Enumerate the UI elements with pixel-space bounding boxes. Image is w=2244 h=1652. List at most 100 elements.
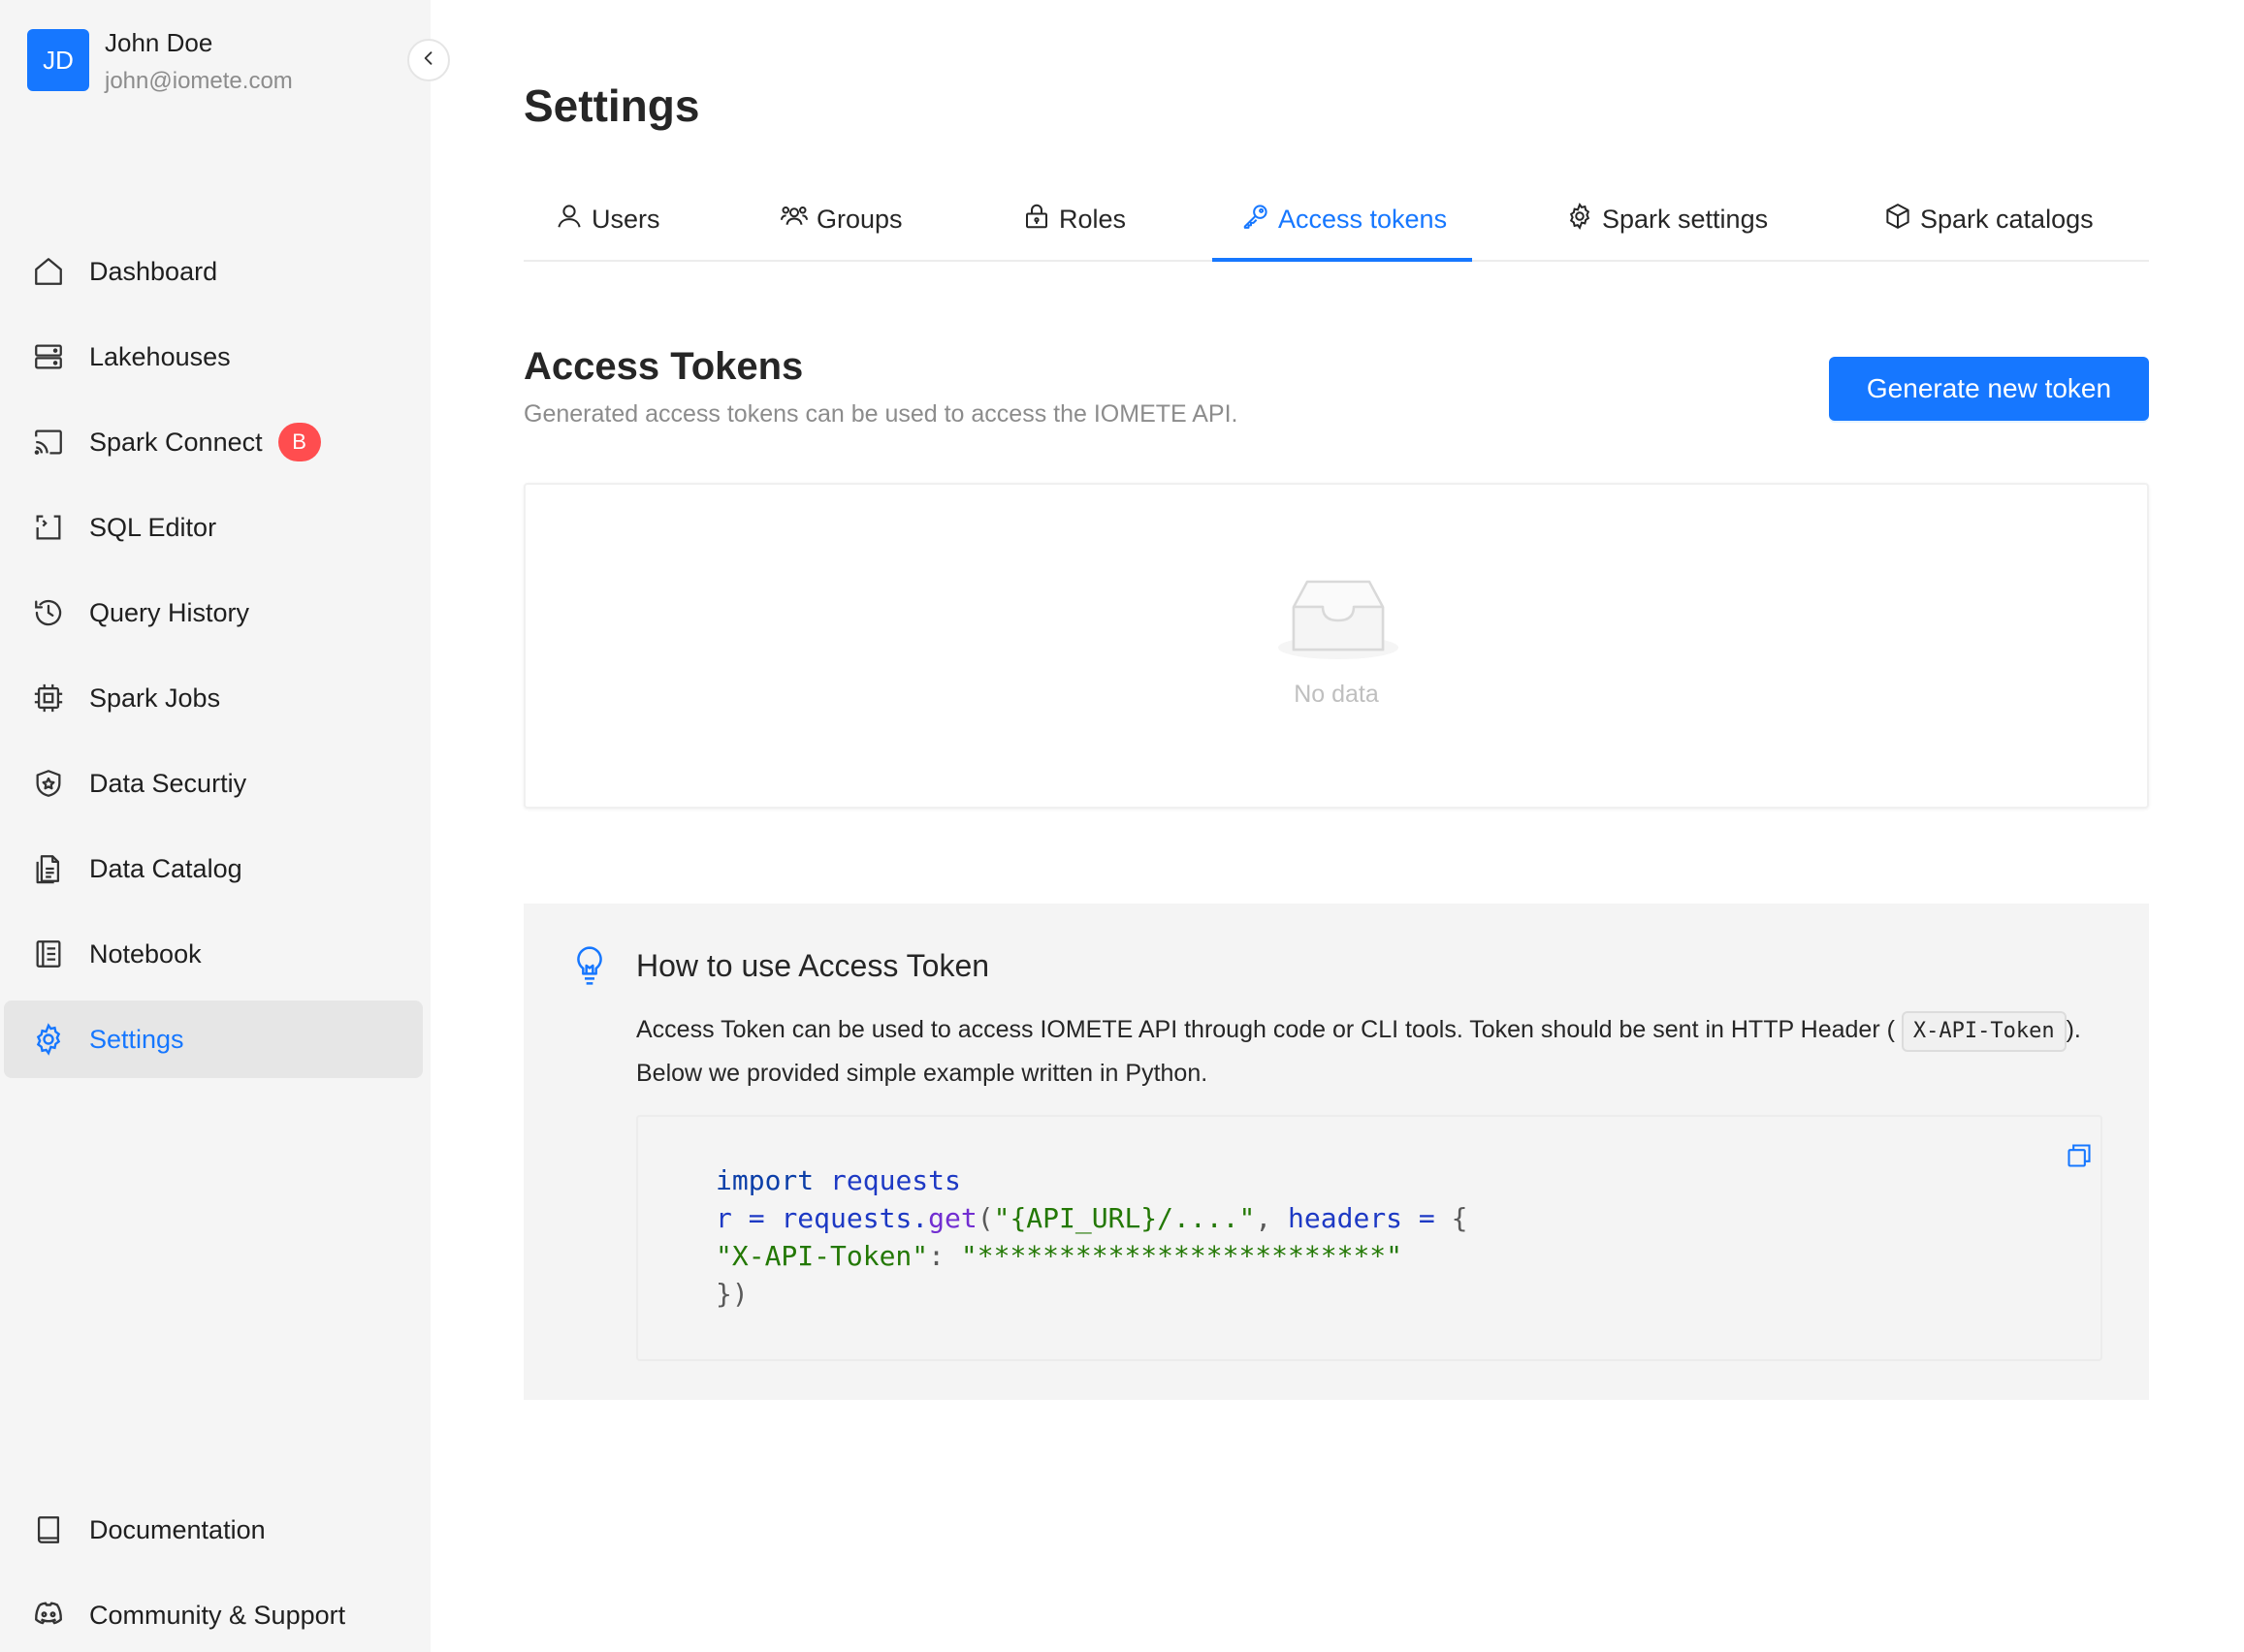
sidebar-item-label: Dashboard <box>89 256 218 286</box>
sidebar-item-label: Query History <box>89 597 250 627</box>
code-token: r <box>716 1202 732 1234</box>
shield-icon <box>29 764 68 803</box>
lock-icon <box>1022 202 1059 238</box>
code-token: = <box>748 1202 765 1234</box>
chevron-left-icon <box>419 48 438 73</box>
notebook-icon <box>29 935 68 973</box>
code-token: get <box>928 1202 978 1234</box>
empty-state-text: No data <box>1294 681 1379 708</box>
sidebar-item-label: Spark Jobs <box>89 683 221 713</box>
code-token: : <box>928 1240 946 1272</box>
sidebar-item-lakehouses[interactable]: Lakehouses <box>4 318 423 396</box>
sidebar-item-data-security[interactable]: Data Securtiy <box>4 745 423 822</box>
avatar: JD <box>27 29 89 91</box>
how-to-text-line2: Below we provided simple example written… <box>636 1060 1208 1087</box>
code-token: "{API_URL}/...." <box>993 1202 1256 1234</box>
sidebar-item-label: Data Catalog <box>89 853 242 883</box>
tab-spark-catalogs[interactable]: Spark catalogs <box>1883 176 2094 262</box>
empty-inbox-icon <box>1276 574 1400 668</box>
key-icon <box>1241 202 1278 238</box>
sidebar-item-label: Lakehouses <box>89 341 231 371</box>
code-lines: import requests r = requests.get("{API_U… <box>716 1161 1467 1313</box>
tokens-table-empty: No data <box>524 483 2149 809</box>
tab-label: Groups <box>817 204 903 234</box>
team-icon <box>780 202 817 238</box>
code-token: ( <box>977 1202 994 1234</box>
copy-icon[interactable] <box>2066 1142 2093 1174</box>
cube-icon <box>1883 202 1920 238</box>
sidebar-item-spark-connect[interactable]: Spark Connect B <box>4 403 423 481</box>
sidebar-item-label: SQL Editor <box>89 512 217 542</box>
tab-access-tokens[interactable]: Access tokens <box>1241 176 1447 262</box>
sidebar-item-label: Notebook <box>89 938 202 969</box>
user-icon <box>555 202 592 238</box>
section-subtitle: Generated access tokens can be used to a… <box>524 400 1238 428</box>
collapse-sidebar-button[interactable] <box>407 39 450 81</box>
tab-label: Spark settings <box>1602 204 1769 234</box>
sidebar-item-spark-jobs[interactable]: Spark Jobs <box>4 659 423 737</box>
code-token: requests <box>781 1202 913 1234</box>
code-token: }) <box>716 1278 749 1310</box>
code-token: = <box>1418 1202 1435 1234</box>
sidebar-item-settings[interactable]: Settings <box>4 1001 423 1078</box>
sidebar-bottom-nav: Documentation Community & Support <box>4 1491 423 1652</box>
page-title: Settings <box>524 80 700 131</box>
sidebar: JD John Doe john@iomete.com Dashboard La… <box>0 0 431 1652</box>
gear-icon <box>1565 202 1602 238</box>
sidebar-item-label: Documentation <box>89 1514 266 1544</box>
document-icon <box>29 849 68 888</box>
tab-spark-settings[interactable]: Spark settings <box>1565 176 1768 262</box>
how-to-text: Access Token can be used to access IOMET… <box>636 1016 1895 1043</box>
how-to-text-end: ). <box>2066 1016 2081 1043</box>
code-token: requests <box>830 1164 961 1196</box>
sidebar-item-label: Community & Support <box>89 1600 346 1630</box>
user-profile[interactable]: JD John Doe john@iomete.com <box>27 27 293 97</box>
code-token: import <box>716 1164 815 1196</box>
chip-icon <box>29 679 68 717</box>
tab-label: Spark catalogs <box>1920 204 2094 234</box>
lightbulb-icon <box>570 944 609 992</box>
code-editor-icon <box>29 508 68 547</box>
code-token: . <box>912 1202 929 1234</box>
sidebar-item-label: Data Securtiy <box>89 768 247 798</box>
user-name: John Doe <box>105 28 213 57</box>
tab-users[interactable]: Users <box>555 176 660 262</box>
code-example[interactable]: import requests r = requests.get("{API_U… <box>636 1115 2102 1361</box>
server-icon <box>29 337 68 376</box>
active-tab-indicator <box>1212 258 1472 262</box>
home-icon <box>29 252 68 291</box>
header-name-code: X-API-Token <box>1901 1011 2067 1052</box>
sidebar-item-notebook[interactable]: Notebook <box>4 915 423 993</box>
cast-icon <box>29 423 68 461</box>
tab-label: Users <box>592 204 660 234</box>
sidebar-nav: Dashboard Lakehouses Spark Connect B SQL… <box>4 233 423 1086</box>
book-icon <box>29 1510 68 1549</box>
sidebar-item-label: Spark Connect <box>89 427 263 457</box>
sidebar-item-dashboard[interactable]: Dashboard <box>4 233 423 310</box>
tab-groups[interactable]: Groups <box>780 176 903 262</box>
sidebar-item-documentation[interactable]: Documentation <box>4 1491 423 1569</box>
code-token: { <box>1451 1202 1468 1234</box>
beta-badge: B <box>277 423 321 461</box>
sidebar-item-data-catalog[interactable]: Data Catalog <box>4 830 423 907</box>
how-to-title: How to use Access Token <box>636 948 990 983</box>
code-token: "*************************" <box>960 1240 1403 1272</box>
code-token: , <box>1255 1202 1272 1234</box>
gear-icon <box>29 1020 68 1059</box>
settings-tabs: Users Groups Roles Access tokens Spark s… <box>524 176 2149 262</box>
section-title: Access Tokens <box>524 345 804 388</box>
tab-roles[interactable]: Roles <box>1022 176 1126 262</box>
discord-icon <box>29 1596 68 1635</box>
history-icon <box>29 593 68 632</box>
how-to-use-panel: How to use Access Token Access Token can… <box>524 904 2149 1400</box>
tab-label: Access tokens <box>1278 204 1448 234</box>
tab-label: Roles <box>1059 204 1127 234</box>
sidebar-item-sql-editor[interactable]: SQL Editor <box>4 489 423 566</box>
how-to-body: Access Token can be used to access IOMET… <box>636 1008 2130 1095</box>
code-token: "X-API-Token" <box>716 1240 929 1272</box>
sidebar-item-community-support[interactable]: Community & Support <box>4 1576 423 1652</box>
generate-new-token-button[interactable]: Generate new token <box>1829 357 2149 421</box>
user-email: john@iomete.com <box>105 68 293 94</box>
sidebar-item-query-history[interactable]: Query History <box>4 574 423 651</box>
sidebar-item-label: Settings <box>89 1024 184 1054</box>
